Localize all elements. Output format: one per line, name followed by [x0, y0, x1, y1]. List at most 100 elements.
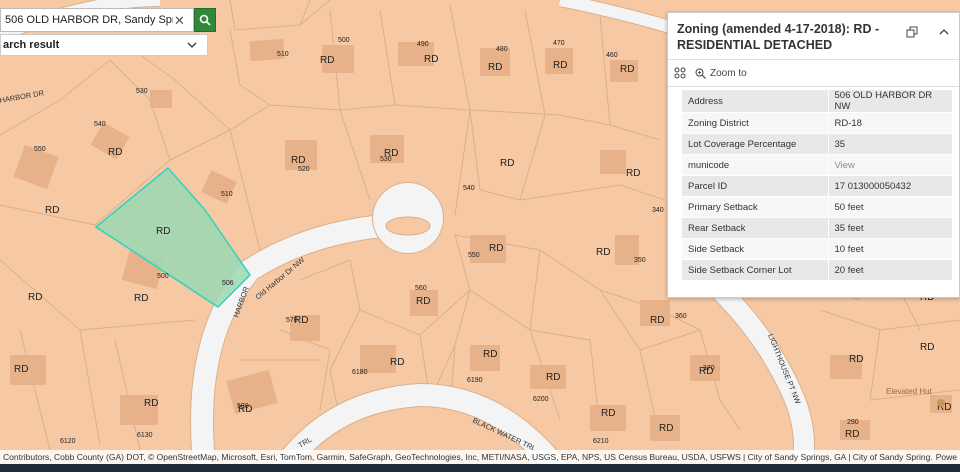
parcel-number: 340 — [652, 207, 664, 214]
attribute-key: Address — [682, 90, 828, 113]
attribute-value: 35 — [827, 133, 952, 155]
attribute-key: Parcel ID — [682, 175, 828, 197]
chevron-up-icon — [939, 29, 949, 35]
parcel-number: 6190 — [467, 377, 483, 384]
search-icon — [199, 14, 211, 26]
parcel-number: 350 — [634, 257, 646, 264]
zoom-to-button[interactable]: Zoom to — [695, 68, 747, 79]
parcel-number: 6180 — [352, 369, 368, 376]
parcel-number: 6200 — [533, 396, 549, 403]
parcel-number: 510 — [277, 51, 289, 58]
parcel-number: 6130 — [137, 432, 153, 439]
zone-label: RD — [489, 243, 503, 254]
zone-label: RD — [659, 423, 673, 434]
dock-button[interactable] — [905, 25, 919, 39]
zone-label: RD — [45, 205, 59, 216]
zone-label: RD — [650, 315, 664, 326]
parcel-number: 500 — [338, 37, 350, 44]
feature-popup: Zoning (amended 4-17-2018): RD - RESIDEN… — [667, 12, 960, 298]
parcel-number: 570 — [286, 317, 298, 324]
zone-label: RD — [920, 342, 934, 353]
zone-label: RD — [416, 296, 430, 307]
chevron-down-icon — [187, 42, 197, 48]
table-row: municode View — [682, 154, 952, 176]
parcel-number: 520 — [298, 166, 310, 173]
zoom-to-label: Zoom to — [710, 67, 747, 79]
poi-label: Elevated Hut — [886, 387, 933, 396]
attribute-value: 20 feet — [827, 259, 952, 281]
parcel-number: 580 — [237, 403, 249, 410]
zone-label: RD — [849, 354, 863, 365]
zone-label: RD — [500, 158, 514, 169]
search-button[interactable] — [194, 8, 216, 32]
parcel-number: 470 — [553, 40, 565, 47]
clear-search-icon[interactable]: ✕ — [174, 13, 185, 29]
attribute-key: Rear Setback — [682, 217, 828, 239]
parcel-number: 506 — [222, 280, 234, 287]
attribute-key: Side Setback — [682, 238, 828, 260]
parcel-number: 500 — [157, 273, 169, 280]
parcel-number: 550 — [468, 252, 480, 259]
collapse-button[interactable] — [937, 25, 951, 39]
powered-by-link[interactable]: Powe — [936, 452, 957, 462]
parcel-number: 530 — [380, 156, 392, 163]
attribute-key: Zoning District — [682, 112, 828, 134]
zone-label: RD — [108, 147, 122, 158]
attribute-table: Address 506 OLD HARBOR DR NW Zoning Distr… — [682, 90, 952, 281]
taskbar — [0, 464, 960, 472]
zone-label: RD — [291, 155, 305, 166]
parcel-number: 550 — [34, 146, 46, 153]
zone-label: RD — [546, 372, 560, 383]
table-row: Zoning District RD-18 — [682, 112, 952, 134]
search-widget: ✕ — [0, 8, 218, 32]
parcel-number: 460 — [606, 52, 618, 59]
zone-label: RD — [488, 62, 502, 73]
parcel-number: 6120 — [60, 438, 76, 445]
attribute-value: 17 013000050432 — [827, 175, 952, 197]
table-row: Lot Coverage Percentage 35 — [682, 133, 952, 155]
zone-label: RD — [626, 168, 640, 179]
grid-menu-icon — [674, 67, 686, 79]
attribute-value: 50 feet — [827, 196, 952, 218]
municode-view-link[interactable]: View — [835, 160, 855, 171]
parcel-number: 540 — [94, 121, 106, 128]
parcel-number: 540 — [463, 185, 475, 192]
parcel-number: 490 — [417, 41, 429, 48]
parcel-number: 510 — [221, 191, 233, 198]
attribute-key: Primary Setback — [682, 196, 828, 218]
parcel-number: 6210 — [593, 438, 609, 445]
attribute-value: 506 OLD HARBOR DR NW — [827, 90, 952, 113]
popup-header: Zoning (amended 4-17-2018): RD - RESIDEN… — [668, 13, 959, 59]
table-row: Parcel ID 17 013000050432 — [682, 175, 952, 197]
zone-label: RD — [553, 60, 567, 71]
search-result-label: arch result — [3, 39, 60, 51]
dock-icon — [906, 26, 918, 38]
zoom-in-icon — [695, 68, 706, 79]
zone-label: RD — [156, 226, 170, 237]
attribute-value: 10 feet — [827, 238, 952, 260]
zone-label: RD — [390, 357, 404, 368]
table-row: Rear Setback 35 feet — [682, 217, 952, 239]
zone-label: RD — [424, 54, 438, 65]
zone-label: RD — [320, 55, 334, 66]
zone-label: RD — [596, 247, 610, 258]
search-input[interactable] — [0, 8, 194, 32]
search-result-dropdown[interactable]: arch result — [0, 34, 208, 56]
parcel-number: 480 — [496, 46, 508, 53]
popup-actions: Zoom to — [668, 59, 959, 87]
zone-label: RD — [601, 408, 615, 419]
parcel-number: 370 — [703, 365, 715, 372]
parcel-number: 530 — [136, 88, 148, 95]
attribute-key: Side Setback Corner Lot — [682, 259, 828, 281]
parcel-number: 360 — [675, 313, 687, 320]
attribute-key: Lot Coverage Percentage — [682, 133, 828, 155]
popup-title: Zoning (amended 4-17-2018): RD - RESIDEN… — [677, 22, 880, 52]
attribute-value: 35 feet — [827, 217, 952, 239]
map-attribution: Contributors, Cobb County (GA) DOT, © Op… — [0, 450, 960, 464]
menu-button[interactable] — [673, 66, 687, 80]
attribute-value: RD-18 — [827, 112, 952, 134]
zone-label: RD — [14, 364, 28, 375]
table-row: Side Setback 10 feet — [682, 238, 952, 260]
zone-label: RD — [134, 293, 148, 304]
attribution-text: Contributors, Cobb County (GA) DOT, © Op… — [3, 452, 933, 462]
